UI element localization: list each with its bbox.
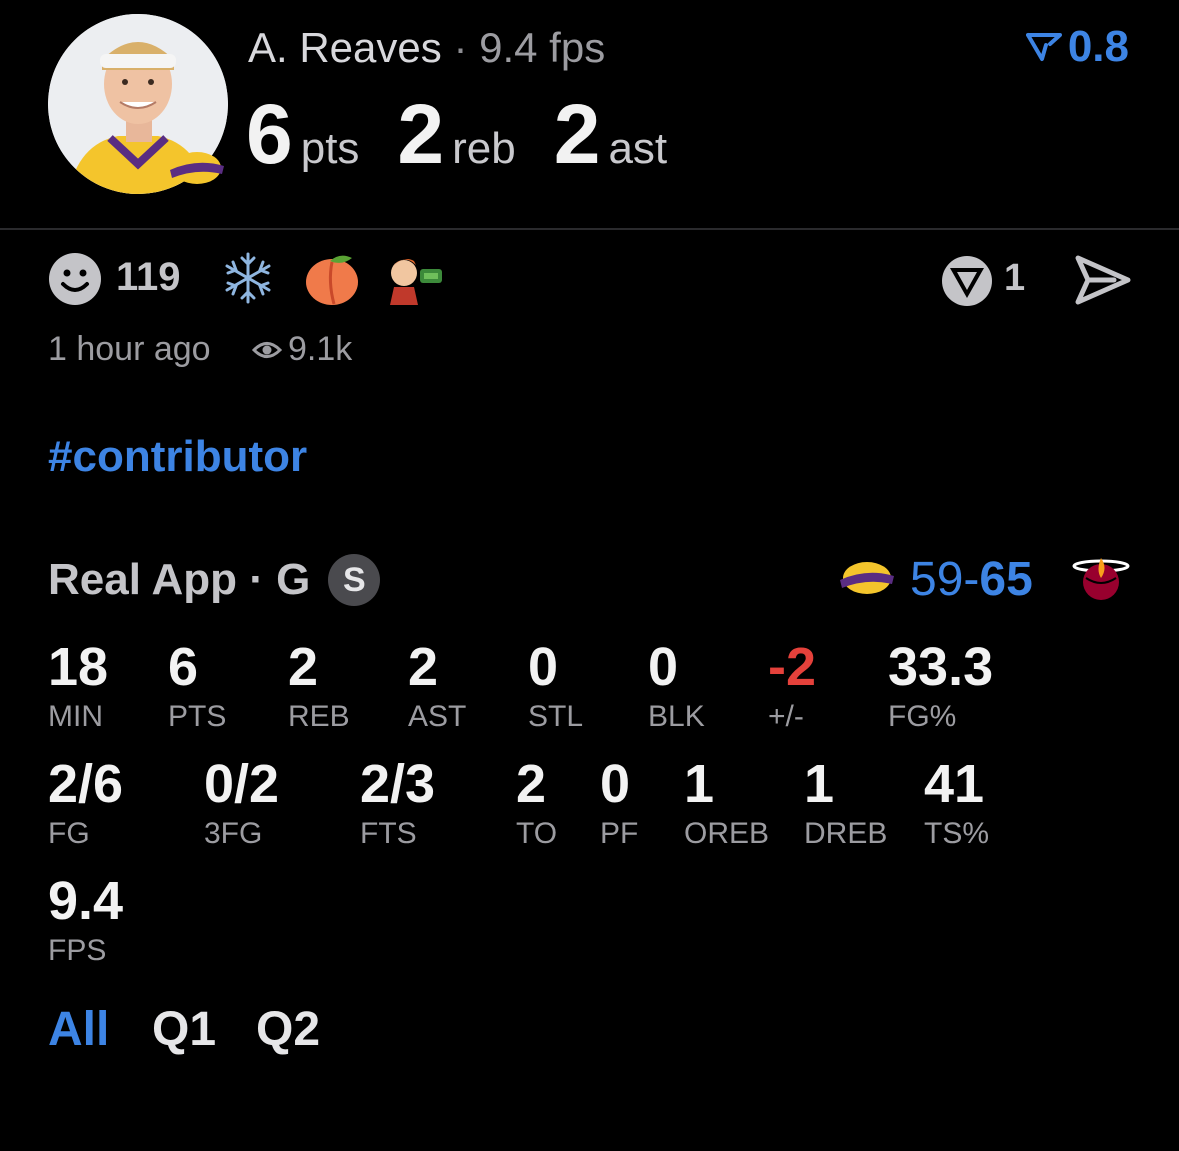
stat-value: 2 (288, 637, 319, 697)
stat-plus-minus: -2 +/- (768, 640, 816, 732)
v-logo-icon[interactable] (940, 254, 994, 308)
views-value: 9.1k (288, 330, 353, 368)
score-left: 59 (910, 553, 964, 606)
stat-to: 2 TO (516, 757, 557, 849)
rating-icon (1025, 33, 1062, 61)
stat-value: 6 (168, 637, 199, 697)
reaction-count: 119 (116, 255, 181, 299)
stat-label: OREB (684, 817, 770, 850)
tab-q1[interactable]: Q1 (152, 1002, 216, 1057)
hashtag-link[interactable]: #contributor (48, 432, 307, 482)
game-score[interactable]: 59-65 (910, 552, 1033, 607)
stat-label: FG (48, 817, 90, 850)
stat-fg-pct: 33.3 FG% (888, 640, 993, 732)
stat-3fg: 0/2 3FG (204, 757, 279, 849)
stat-dreb: 1 DREB (804, 757, 887, 849)
post-time: 1 hour ago (48, 330, 211, 368)
score-separator: - (963, 553, 980, 606)
stat-label: FPS (48, 934, 107, 967)
stat-reb: 2 REB (288, 640, 350, 732)
stat-value: 1 (684, 754, 715, 814)
player-line: A. Reaves · 9.4 fps (248, 24, 605, 72)
stat-value: 0 (600, 754, 631, 814)
player-name[interactable]: A. Reaves (248, 24, 442, 71)
stat-label: AST (408, 700, 467, 733)
stat-label: TO (516, 817, 558, 850)
stat-label: TS% (924, 817, 990, 850)
stat-min: 18 MIN (48, 640, 108, 732)
stat-label: FTS (360, 817, 417, 850)
points-unit: pts (300, 124, 360, 173)
stat-value: 9.4 (48, 871, 124, 931)
divider (0, 228, 1179, 230)
stat-label: DREB (804, 817, 888, 850)
stat-ts-pct: 41 TS% (924, 757, 989, 849)
stat-value: 2/3 (360, 754, 436, 814)
stat-value: 18 (48, 637, 109, 697)
game-source: Real App · G S (48, 554, 381, 606)
stat-value: 0 (528, 637, 559, 697)
fps-text: 9.4 fps (479, 24, 606, 71)
stat-fts: 2/3 FTS (360, 757, 435, 849)
lakers-badge-icon (166, 148, 228, 188)
stat-label: FG% (888, 700, 957, 733)
stat-value: 1 (804, 754, 835, 814)
view-count: 9.1k (252, 330, 352, 369)
stat-pf: 0 PF (600, 757, 638, 849)
stat-value: 2 (408, 637, 439, 697)
stat-oreb: 1 OREB (684, 757, 769, 849)
peach-icon[interactable] (304, 252, 360, 306)
stat-label: 3FG (204, 817, 263, 850)
stat-label: BLK (648, 700, 705, 733)
stat-label: PF (600, 817, 639, 850)
stat-label: +/- (768, 700, 804, 733)
stat-fg: 2/6 FG (48, 757, 123, 849)
send-icon[interactable] (1074, 254, 1132, 306)
stat-pts: 6 PTS (168, 640, 226, 732)
eye-icon (252, 341, 282, 358)
rebounds-value: 2 (397, 87, 445, 181)
lakers-logo-icon (836, 558, 898, 598)
separator: · (453, 24, 468, 71)
s-badge[interactable]: S (328, 554, 381, 606)
stat-stl: 0 STL (528, 640, 583, 732)
stat-fps: 9.4 FPS (48, 874, 123, 966)
stat-label: REB (288, 700, 350, 733)
assists-value: 2 (553, 87, 601, 181)
headline-stats: 6 pts 2 reb 2 ast (246, 86, 705, 183)
stat-blk: 0 BLK (648, 640, 705, 732)
stat-value: 0/2 (204, 754, 280, 814)
stat-ast: 2 AST (408, 640, 466, 732)
stat-label: STL (528, 700, 584, 733)
stat-label: PTS (168, 700, 227, 733)
source-label: Real App · G (48, 555, 311, 604)
stat-value: 2 (516, 754, 547, 814)
comment-count: 1 (1004, 257, 1026, 299)
snowflake-icon[interactable] (220, 250, 276, 306)
rating-value: 0.8 (1067, 22, 1129, 71)
cartoon-money-icon[interactable] (386, 253, 446, 305)
stat-value: 0 (648, 637, 679, 697)
tab-all[interactable]: All (48, 1002, 109, 1057)
rating[interactable]: 0.8 (1025, 22, 1129, 72)
tab-q2[interactable]: Q2 (256, 1002, 320, 1057)
stat-value: -2 (768, 637, 817, 697)
stat-value: 33.3 (888, 637, 994, 697)
stat-label: MIN (48, 700, 103, 733)
assists-unit: ast (608, 124, 668, 173)
rebounds-unit: reb (452, 124, 516, 173)
points-value: 6 (246, 87, 293, 181)
stat-value: 2/6 (48, 754, 124, 814)
heat-logo-icon (1072, 548, 1130, 606)
smile-icon[interactable] (48, 252, 102, 306)
score-right: 65 (979, 553, 1033, 606)
stat-value: 41 (924, 754, 985, 814)
